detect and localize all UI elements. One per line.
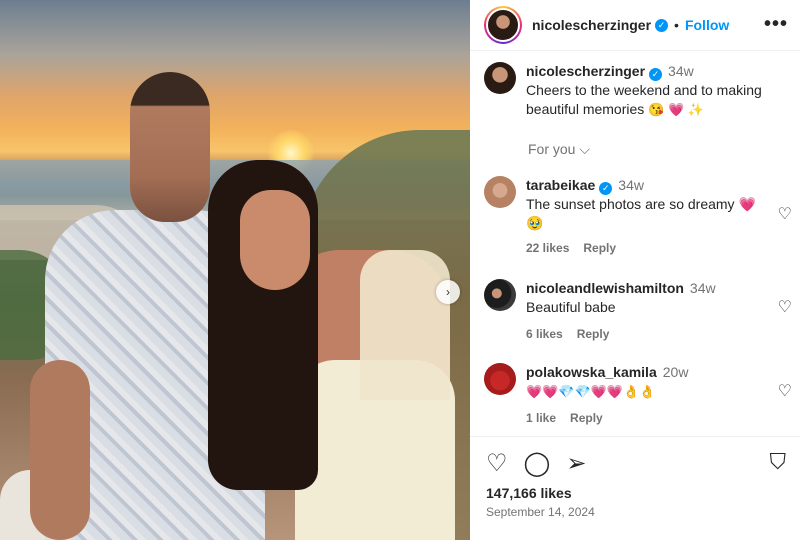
woman-face <box>240 190 310 290</box>
caption-text: Cheers to the weekend and to making beau… <box>526 82 762 117</box>
reply-button[interactable]: Reply <box>570 411 603 425</box>
comment-text: The sunset photos are so dreamy 💗 🥹 <box>526 196 756 231</box>
comment-icon[interactable]: ◯ <box>524 449 551 478</box>
caption-emojis: 😘 💗 ✨ <box>648 102 704 117</box>
comment-likes[interactable]: 6 likes <box>526 327 563 341</box>
verified-icon: ✓ <box>599 182 613 195</box>
comment-item: polakowska_kamila 20w 💗💗💎💎💗💗👌👌 1 like Repl… <box>484 363 794 428</box>
man-head <box>130 72 210 222</box>
more-options-icon[interactable]: ••• <box>764 13 788 36</box>
author-username[interactable]: nicolescherzinger <box>532 17 651 33</box>
caption-avatar[interactable] <box>484 62 516 94</box>
like-comment-heart-icon[interactable]: ♡ <box>778 297 792 317</box>
commenter-avatar[interactable] <box>484 279 516 311</box>
reply-button[interactable]: Reply <box>583 241 616 255</box>
caption-username[interactable]: nicolescherzinger <box>526 63 645 79</box>
follow-button[interactable]: Follow <box>685 17 729 33</box>
post-actions: ♡ ◯ ➢ ⛉ 147,166 likes September 14, 2024 <box>470 436 800 540</box>
post-caption: nicolescherzinger ✓ 34w Cheers to the week… <box>484 62 789 119</box>
caption-body: nicolescherzinger ✓ 34w Cheers to the week… <box>526 62 789 119</box>
comment-username[interactable]: polakowska_kamila <box>526 364 657 380</box>
post-side-panel: nicolescherzinger ✓ • Follow ••• nicoles… <box>470 0 800 540</box>
likes-count[interactable]: 147,166 likes <box>486 485 572 501</box>
share-icon[interactable]: ➢ <box>566 449 586 478</box>
chevron-right-icon: › <box>446 285 450 299</box>
comment-item: nicoleandlewishamilton 34w Beautiful babe… <box>484 279 794 344</box>
post-date: September 14, 2024 <box>486 505 595 519</box>
for-you-dropdown[interactable]: For you ⌵ <box>528 141 590 158</box>
comment-time: 34w <box>689 280 716 296</box>
next-photo-button[interactable]: › <box>436 280 460 304</box>
commenter-avatar[interactable] <box>484 176 516 208</box>
reply-button[interactable]: Reply <box>577 327 610 341</box>
woman-dress-top <box>360 250 450 400</box>
comment-text: 💗💗💎💎💗💗👌👌 <box>526 384 656 399</box>
comment-item: tarabeikae ✓ 34w The sunset photos are so … <box>484 176 794 258</box>
comment-time: 34w <box>618 177 644 193</box>
verified-icon: ✓ <box>649 68 663 81</box>
like-heart-icon[interactable]: ♡ <box>486 449 508 478</box>
comment-time: 20w <box>662 364 689 380</box>
comment-username[interactable]: tarabeikae <box>526 177 595 193</box>
verified-icon: ✓ <box>655 18 669 32</box>
like-comment-heart-icon[interactable]: ♡ <box>778 204 792 224</box>
post-header: nicolescherzinger ✓ • Follow ••• <box>470 0 800 51</box>
caption-time: 34w <box>668 63 694 79</box>
comment-text: Beautiful babe <box>526 299 616 315</box>
commenter-avatar[interactable] <box>484 363 516 395</box>
author-avatar[interactable] <box>484 6 522 44</box>
like-comment-heart-icon[interactable]: ♡ <box>778 381 792 401</box>
separator-dot: • <box>674 17 679 33</box>
save-bookmark-icon[interactable]: ⛉ <box>769 449 786 475</box>
comment-likes[interactable]: 22 likes <box>526 241 569 255</box>
comment-username[interactable]: nicoleandlewishamilton <box>526 280 684 296</box>
post-photo[interactable]: › <box>0 0 470 540</box>
comment-likes[interactable]: 1 like <box>526 411 556 425</box>
man-arm <box>30 360 90 540</box>
